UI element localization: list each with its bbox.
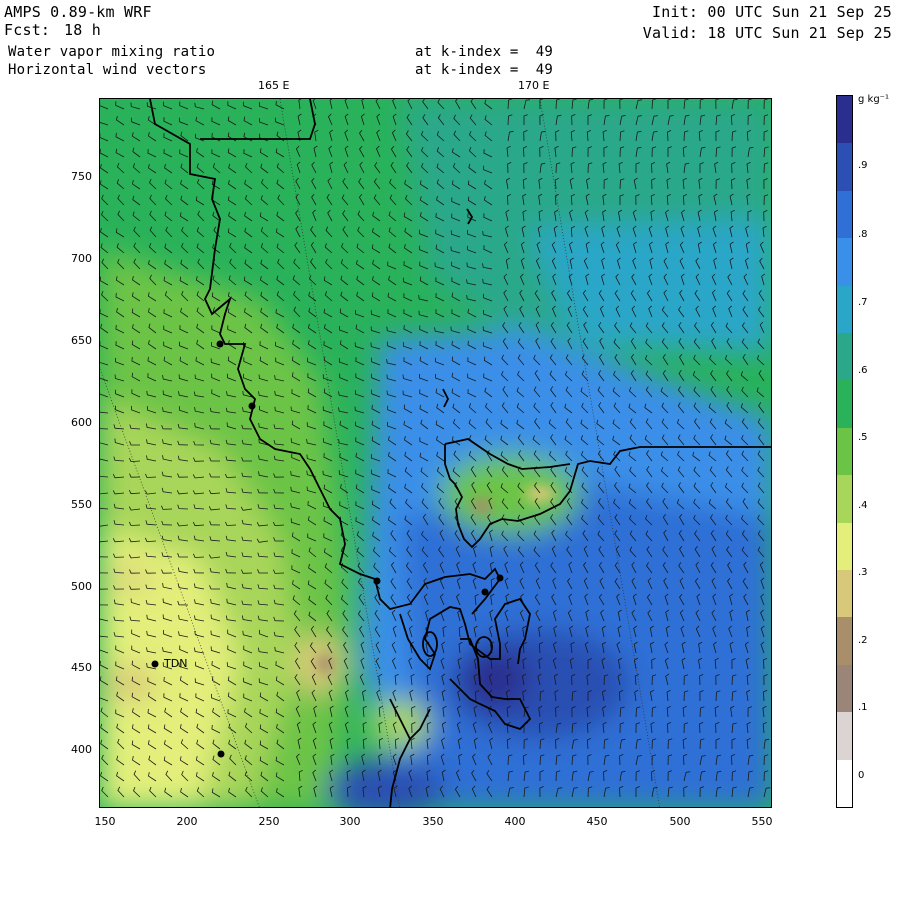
colorbar-segment bbox=[837, 190, 852, 239]
colorbar-segment bbox=[837, 712, 852, 760]
colorbar-units: g kg⁻¹ bbox=[858, 94, 889, 105]
colorbar-segment bbox=[837, 333, 852, 381]
field-name-2: Horizontal wind vectors bbox=[8, 62, 207, 78]
colorbar-segment bbox=[837, 143, 852, 191]
valid-time: Valid: 18 UTC Sun 21 Sep 25 bbox=[642, 24, 892, 42]
longitude-label-170e: 170 E bbox=[518, 79, 550, 92]
x-tick-label: 400 bbox=[504, 815, 526, 828]
station-dot bbox=[481, 588, 489, 596]
colorbar-segment bbox=[837, 427, 852, 476]
map-panel bbox=[99, 98, 772, 808]
colorbar-label: .3 bbox=[858, 567, 868, 578]
colorbar-label: .8 bbox=[858, 229, 868, 240]
colorbar-segment bbox=[837, 617, 852, 665]
colorbar-label: .9 bbox=[858, 160, 868, 171]
colorbar-label: 0 bbox=[858, 770, 865, 781]
colorbar-segment bbox=[837, 570, 852, 618]
station-dot bbox=[248, 402, 256, 410]
y-tick-label: 750 bbox=[71, 170, 92, 183]
colorbar-segment bbox=[837, 759, 852, 808]
y-tick-label: 600 bbox=[71, 416, 92, 429]
map-canvas bbox=[100, 99, 771, 807]
colorbar bbox=[836, 95, 853, 808]
y-tick-label: 650 bbox=[71, 334, 92, 347]
colorbar-label: .7 bbox=[858, 297, 868, 308]
x-tick-label: 350 bbox=[422, 815, 444, 828]
y-tick-label: 500 bbox=[71, 580, 92, 593]
y-tick-label: 700 bbox=[71, 252, 92, 265]
x-tick-label: 200 bbox=[176, 815, 198, 828]
colorbar-label: .1 bbox=[858, 702, 868, 713]
colorbar-segment bbox=[837, 664, 852, 713]
field-level-2: at k-index = 49 bbox=[415, 62, 554, 78]
station-dot bbox=[373, 577, 381, 585]
station-label-tdn: TDN bbox=[164, 657, 188, 670]
colorbar-segment bbox=[837, 522, 852, 571]
y-tick-label: 450 bbox=[71, 661, 92, 674]
colorbar-label: .6 bbox=[858, 365, 868, 376]
x-tick-label: 250 bbox=[258, 815, 280, 828]
station-dot bbox=[496, 574, 504, 582]
init-time: Init: 00 UTC Sun 21 Sep 25 bbox=[652, 3, 892, 21]
colorbar-label: .4 bbox=[858, 500, 868, 511]
colorbar-segment bbox=[837, 96, 852, 144]
colorbar-segment bbox=[837, 285, 852, 334]
station-dot bbox=[216, 340, 224, 348]
colorbar-segment bbox=[837, 380, 852, 428]
field-name-1: Water vapor mixing ratio bbox=[8, 44, 216, 60]
station-dot bbox=[217, 750, 225, 758]
colorbar-segment bbox=[837, 475, 852, 523]
station-dot-tdn bbox=[151, 660, 159, 668]
longitude-label-165e: 165 E bbox=[258, 79, 290, 92]
colorbar-label: .2 bbox=[858, 635, 868, 646]
x-tick-label: 500 bbox=[669, 815, 691, 828]
y-tick-label: 550 bbox=[71, 498, 92, 511]
forecast-label: Fcst: bbox=[4, 21, 51, 39]
field-level-1: at k-index = 49 bbox=[415, 44, 554, 60]
x-tick-label: 300 bbox=[339, 815, 361, 828]
forecast-value: 18 h bbox=[64, 21, 101, 39]
colorbar-segment bbox=[837, 238, 852, 286]
model-title: AMPS 0.89-km WRF bbox=[4, 3, 152, 21]
x-tick-label: 150 bbox=[94, 815, 116, 828]
y-tick-label: 400 bbox=[71, 743, 92, 756]
x-tick-label: 550 bbox=[751, 815, 773, 828]
colorbar-label: .5 bbox=[858, 432, 868, 443]
x-tick-label: 450 bbox=[586, 815, 608, 828]
